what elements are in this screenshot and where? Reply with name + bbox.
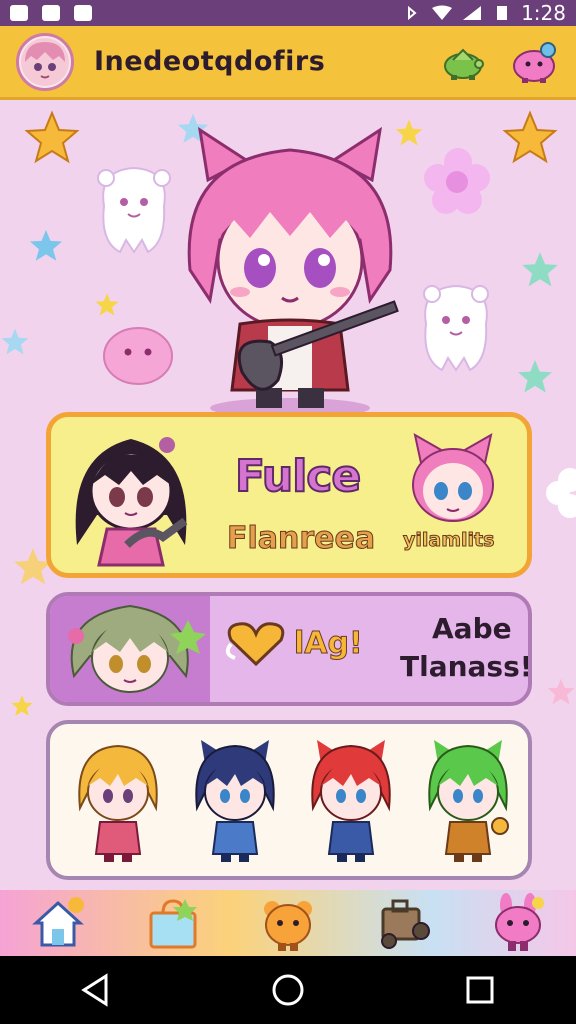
main-content: Fulce Flanreea yilamlits lAg! Aabe Tlana… bbox=[0, 100, 576, 890]
system-back-button[interactable] bbox=[66, 960, 126, 1020]
pink-creature-icon bbox=[513, 41, 556, 83]
turtle-icon bbox=[444, 48, 484, 80]
signal-icon bbox=[463, 6, 482, 20]
gallery-icon bbox=[42, 5, 60, 21]
nav-home[interactable] bbox=[27, 892, 89, 954]
card-character-panel bbox=[50, 596, 210, 702]
avatar[interactable] bbox=[16, 32, 74, 91]
star-icon bbox=[1, 328, 29, 355]
sim-icon bbox=[10, 5, 28, 21]
featured-band-card[interactable]: Fulce Flanreea yilamlits bbox=[46, 412, 532, 578]
battery-icon bbox=[497, 6, 508, 20]
card-subtitle: Flanreea bbox=[226, 521, 376, 557]
system-home-button[interactable] bbox=[258, 960, 318, 1020]
star-icon bbox=[518, 360, 552, 393]
system-recents-button[interactable] bbox=[450, 960, 510, 1020]
ghost-creature-icon bbox=[423, 284, 489, 372]
star-icon bbox=[11, 695, 33, 716]
nav-bear[interactable] bbox=[257, 892, 319, 954]
star-icon bbox=[24, 110, 80, 164]
character-green-hair-illustration bbox=[68, 604, 206, 693]
nav-shop[interactable] bbox=[142, 892, 204, 954]
heart-icon bbox=[225, 622, 285, 667]
shop-bag-icon bbox=[149, 899, 197, 949]
wifi-icon bbox=[432, 5, 453, 20]
star-icon bbox=[502, 110, 558, 164]
card-tag: lAg! bbox=[294, 626, 364, 662]
turtle-button[interactable] bbox=[438, 37, 488, 87]
toolbox-icon bbox=[381, 899, 431, 949]
home-circle-icon bbox=[272, 974, 304, 1006]
app-title: Inedeotqdofirs bbox=[94, 46, 326, 77]
character-pink-cat-illustration bbox=[412, 433, 494, 522]
bottom-navigation bbox=[0, 890, 576, 956]
character-roster-card[interactable] bbox=[46, 720, 532, 880]
flower-icon bbox=[424, 148, 490, 214]
nav-toolbox[interactable] bbox=[372, 892, 434, 954]
card-side-label: yilamlits bbox=[402, 529, 495, 552]
flower-icon bbox=[546, 468, 576, 518]
hero-character-illustration bbox=[187, 126, 399, 418]
character-blonde-illustration[interactable] bbox=[70, 738, 166, 866]
bear-icon bbox=[263, 901, 312, 951]
card-title: Fulce bbox=[234, 450, 362, 503]
system-navigation-bar bbox=[0, 956, 576, 1024]
character-roster bbox=[70, 738, 516, 868]
star-icon bbox=[29, 229, 63, 261]
status-bar: 1:28 bbox=[0, 0, 576, 26]
bunny-icon bbox=[495, 893, 545, 951]
nav-bunny[interactable] bbox=[487, 892, 549, 954]
recents-icon bbox=[466, 976, 494, 1004]
star-icon bbox=[95, 293, 119, 316]
promo-card[interactable]: lAg! Aabe Tlanass! bbox=[46, 592, 532, 706]
card-headline-2: Tlanass! bbox=[400, 650, 532, 683]
character-dark-hair-illustration bbox=[75, 437, 188, 567]
app-header: Inedeotqdofirs bbox=[0, 26, 576, 100]
character-navy-cat-illustration[interactable] bbox=[187, 738, 283, 866]
star-icon bbox=[547, 678, 575, 705]
character-green-cat-illustration[interactable] bbox=[420, 738, 516, 866]
home-icon bbox=[31, 897, 84, 947]
image-icon bbox=[74, 5, 92, 21]
avatar-face-icon bbox=[21, 37, 69, 86]
character-red-cat-illustration[interactable] bbox=[303, 738, 399, 866]
status-indicators: 1:28 bbox=[401, 1, 566, 25]
status-notifications bbox=[10, 5, 92, 21]
back-icon bbox=[81, 973, 108, 1007]
pink-creature-button[interactable] bbox=[510, 37, 560, 87]
card-headline-1: Aabe bbox=[432, 612, 512, 645]
bluetooth-icon bbox=[408, 5, 417, 21]
star-icon bbox=[522, 252, 558, 287]
clock: 1:28 bbox=[521, 1, 566, 25]
header-actions bbox=[438, 37, 560, 87]
